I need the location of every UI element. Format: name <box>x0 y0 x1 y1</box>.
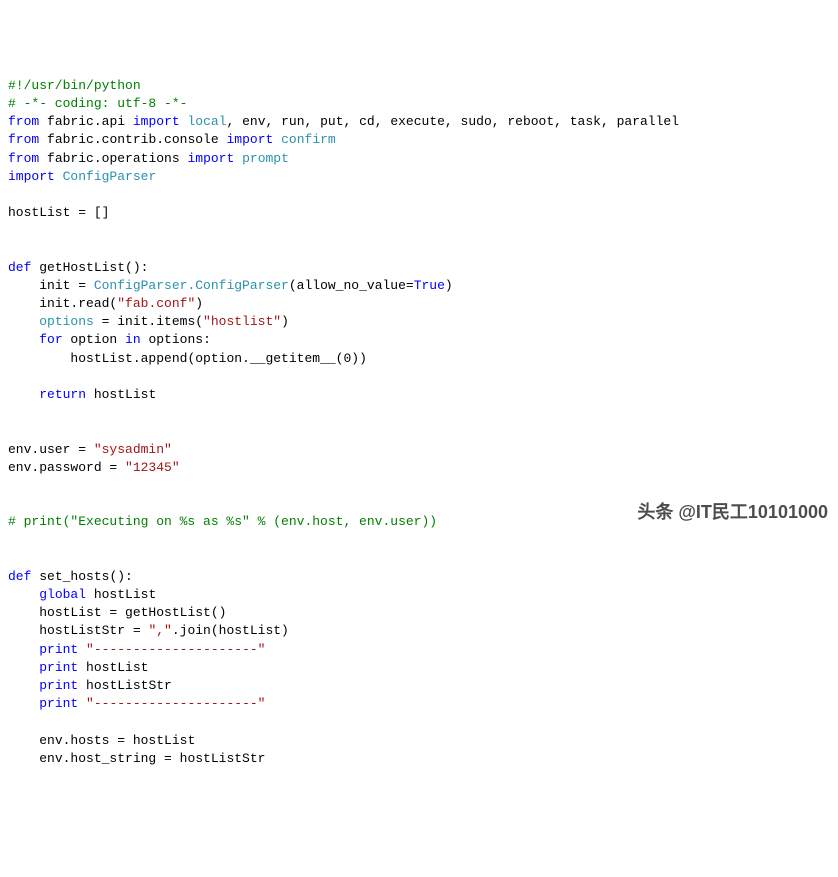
code-line: init = ConfigParser.ConfigParser(allow_n… <box>8 277 830 295</box>
code-line: def getHostList(): <box>8 259 830 277</box>
code-line: # -*- coding: utf-8 -*- <box>8 95 830 113</box>
code-line: hostList = [] <box>8 204 830 222</box>
code-line: import ConfigParser <box>8 168 830 186</box>
code-line: hostList = getHostList() <box>8 604 830 622</box>
code-line: init.read("fab.conf") <box>8 295 830 313</box>
code-line: env.user = "sysadmin" <box>8 441 830 459</box>
code-line <box>8 550 830 568</box>
code-line: return hostList <box>8 386 830 404</box>
code-line: hostListStr = ",".join(hostList) <box>8 622 830 640</box>
code-line: env.password = "12345" <box>8 459 830 477</box>
code-line: global hostList <box>8 586 830 604</box>
code-line <box>8 477 830 495</box>
code-line: from fabric.contrib.console import confi… <box>8 131 830 149</box>
code-block: #!/usr/bin/python# -*- coding: utf-8 -*-… <box>8 77 830 768</box>
code-line <box>8 422 830 440</box>
code-line <box>8 222 830 240</box>
code-line: env.hosts = hostList <box>8 732 830 750</box>
code-line <box>8 404 830 422</box>
code-line: print "---------------------" <box>8 641 830 659</box>
code-line: env.host_string = hostListStr <box>8 750 830 768</box>
watermark: 头条 @IT民工10101000 <box>637 500 828 525</box>
code-line: print hostListStr <box>8 677 830 695</box>
code-line <box>8 368 830 386</box>
code-line: hostList.append(option.__getitem__(0)) <box>8 350 830 368</box>
code-line: print "---------------------" <box>8 695 830 713</box>
code-line: for option in options: <box>8 331 830 349</box>
code-line: from fabric.operations import prompt <box>8 150 830 168</box>
code-line: from fabric.api import local, env, run, … <box>8 113 830 131</box>
code-line: options = init.items("hostlist") <box>8 313 830 331</box>
code-line <box>8 531 830 549</box>
code-line: #!/usr/bin/python <box>8 77 830 95</box>
code-line <box>8 186 830 204</box>
code-line: def set_hosts(): <box>8 568 830 586</box>
code-line <box>8 713 830 731</box>
code-line <box>8 240 830 258</box>
code-line: print hostList <box>8 659 830 677</box>
